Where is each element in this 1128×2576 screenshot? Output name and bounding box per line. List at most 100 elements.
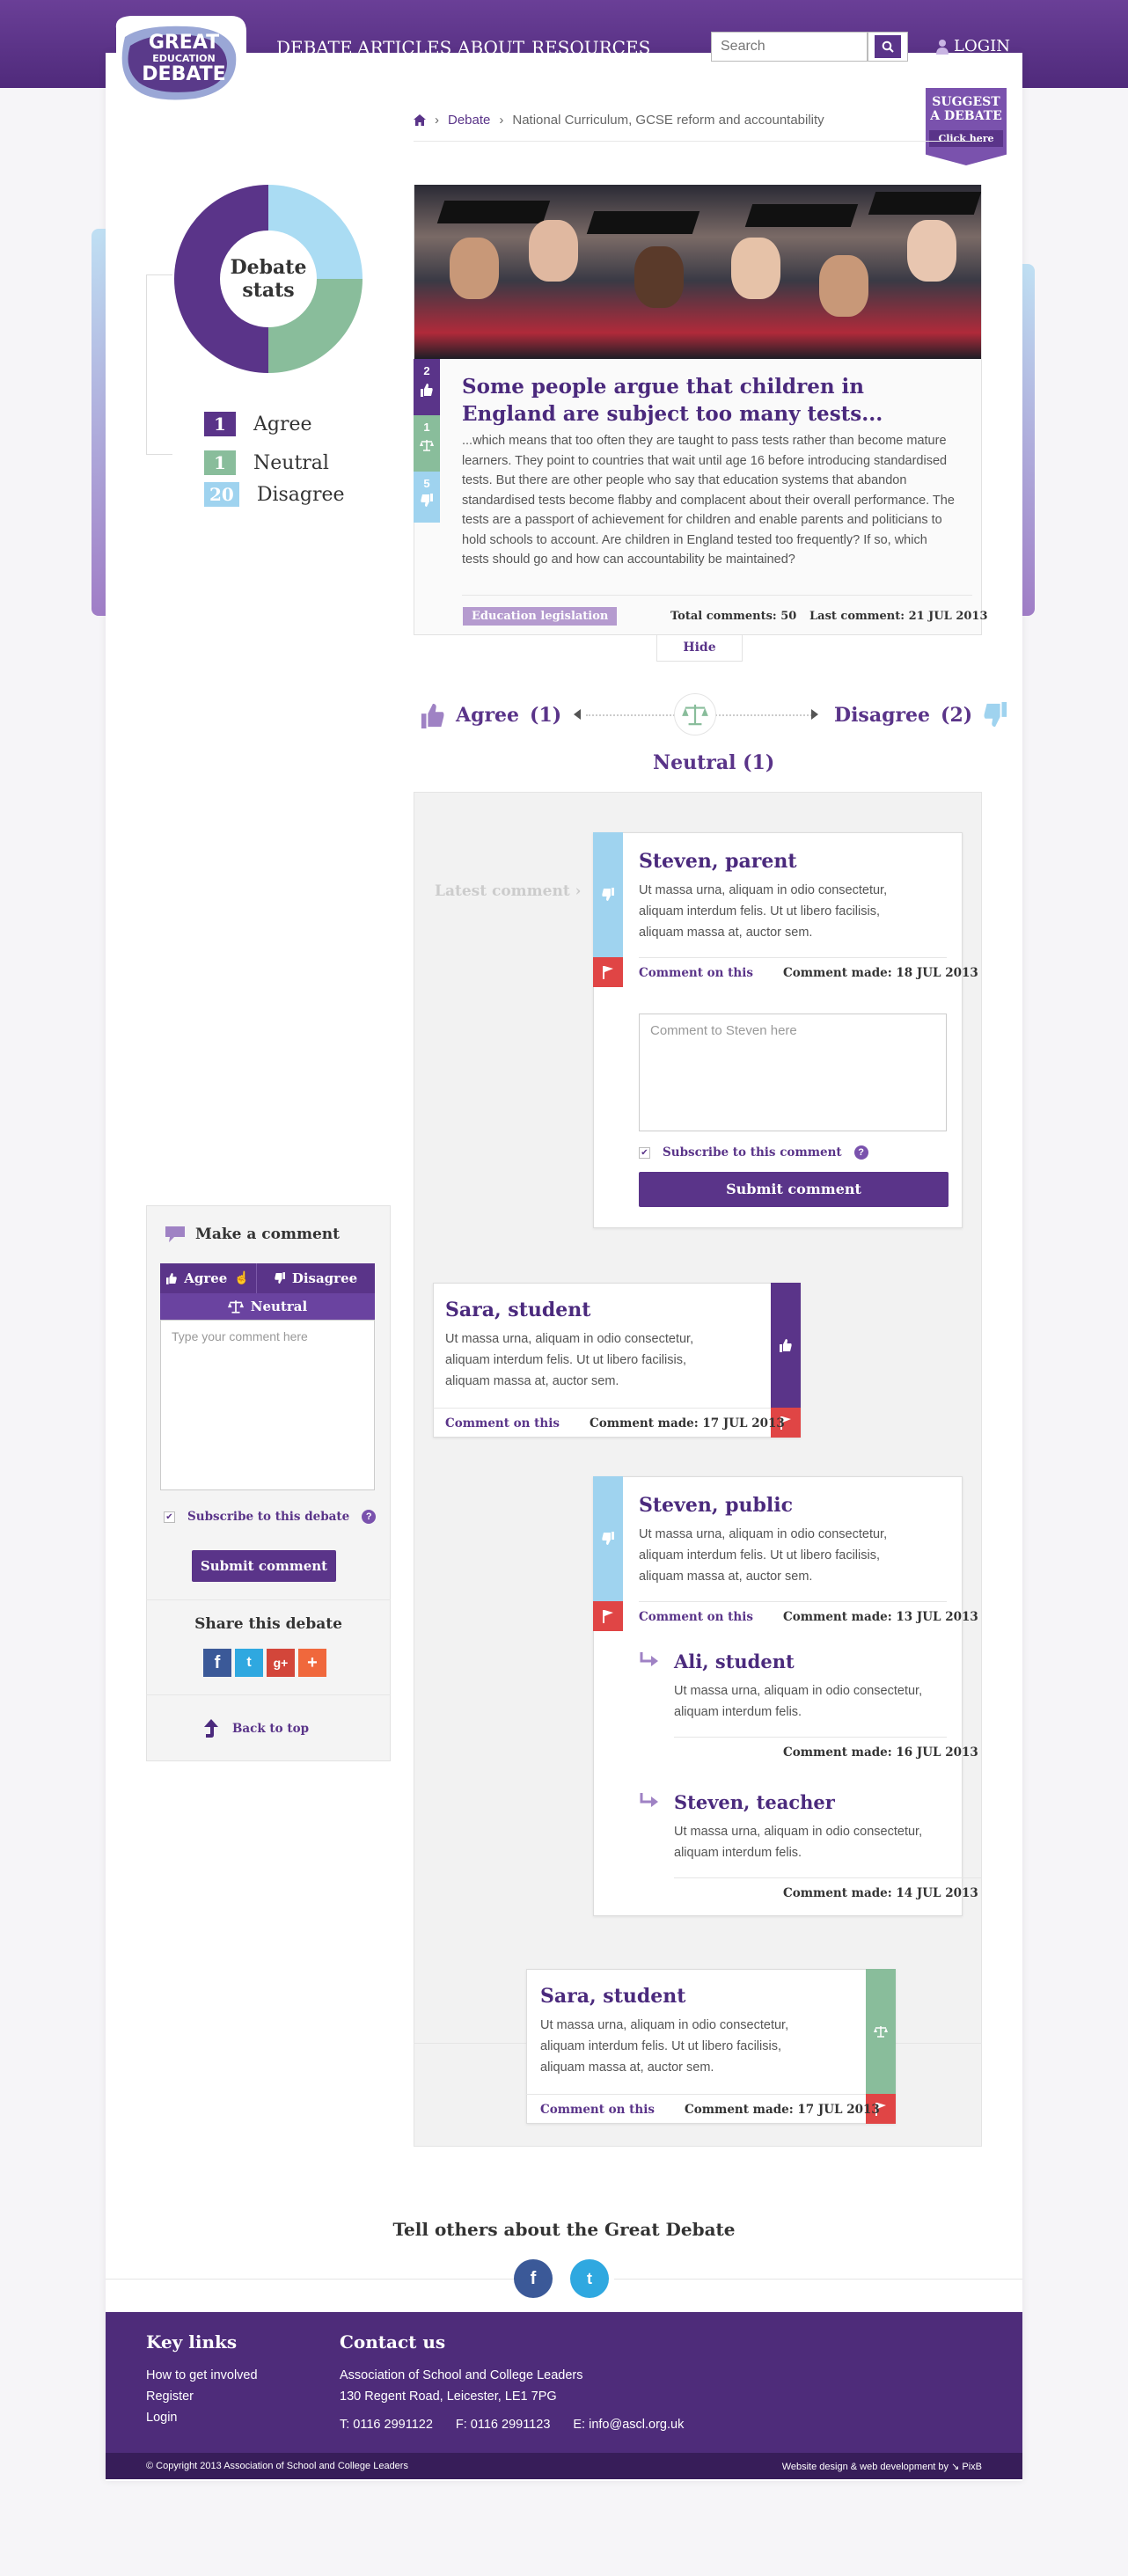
submit-comment-button[interactable]: Submit comment (192, 1550, 336, 1582)
submit-reply-button[interactable]: Submit comment (639, 1172, 949, 1207)
featured-title[interactable]: Some people argue that children in Engla… (462, 373, 937, 428)
comment-text: Ut massa urna, aliquam in odio consectet… (639, 883, 888, 940)
previous-arrow-icon[interactable] (574, 709, 581, 720)
tab-neutral[interactable]: Neutral (160, 1293, 375, 1320)
developer-credit[interactable]: Website design & web development by ↘ Pi… (782, 2461, 982, 2472)
reply-text: Ut massa urna, aliquam in odio consectet… (674, 1684, 923, 1719)
subscribe-debate-checkbox[interactable]: ✔ (164, 1511, 175, 1523)
facebook-icon[interactable]: f (203, 1649, 231, 1677)
comment-on-this-link[interactable]: Comment on this (540, 2103, 655, 2117)
suggest-debate-button[interactable]: SUGGEST A DEBATE Click here (926, 88, 1007, 165)
google-plus-icon[interactable]: g+ (267, 1649, 295, 1677)
featured-agree-votes: 2 (414, 359, 440, 415)
reply-arrow-icon (640, 1652, 658, 1666)
breadcrumb-debate[interactable]: Debate (448, 113, 490, 128)
total-comments: Total comments: 50 (670, 610, 797, 623)
next-arrow-icon[interactable] (811, 709, 818, 720)
left-decoration (92, 229, 106, 616)
help-icon[interactable]: ? (853, 1145, 868, 1160)
subscribe-comment-checkbox[interactable]: ✔ (639, 1146, 650, 1159)
featured-disagree-count: 5 (423, 477, 430, 490)
contact-details: T: 0116 2991122 F: 0116 2991123 E: info@… (340, 2414, 684, 2435)
report-flag-button[interactable] (593, 1601, 623, 1631)
make-comment-title: Make a comment (195, 1226, 340, 1243)
contact-fax: F: 0116 2991123 (455, 2418, 551, 2432)
login-label: LOGIN (954, 37, 1010, 55)
share-title: Share this debate (194, 1615, 342, 1633)
facebook-icon[interactable]: f (514, 2259, 553, 2298)
featured-body: ...which means that too often they are t… (462, 434, 955, 567)
comment-textarea[interactable]: Type your comment here (160, 1320, 375, 1490)
suggest-cta: Click here (929, 130, 1003, 147)
comment-on-this-link[interactable]: Comment on this (445, 1416, 560, 1431)
copyright: © Copyright 2013 Association of School a… (146, 2461, 408, 2471)
comment-date: Comment made: 17 JUL 2013 (685, 2103, 880, 2117)
stance-tabs: Agree ☝ Disagree (160, 1263, 375, 1293)
tab-disagree[interactable]: Disagree (257, 1263, 375, 1293)
reply-textarea[interactable]: Comment to Steven here (639, 1014, 947, 1131)
subscribe-comment-label: Subscribe to this comment (663, 1145, 842, 1160)
suggest-line1: SUGGEST (932, 95, 1000, 109)
report-flag-button[interactable] (593, 957, 623, 987)
stat-neutral-count: 1 (204, 450, 236, 475)
subscribe-comment-row: ✔ Subscribe to this comment ? (639, 1145, 868, 1160)
neutral-stance-bar (866, 1969, 896, 2094)
nav-articles[interactable]: ARTICLES (357, 37, 451, 58)
neutral-filter[interactable]: Neutral (1) (653, 751, 774, 774)
comment-on-this-link[interactable]: Comment on this (639, 966, 753, 980)
key-link[interactable]: How to get involved (146, 2365, 258, 2386)
search-input[interactable] (711, 32, 868, 62)
help-icon[interactable]: ? (362, 1510, 377, 1524)
make-comment-header: Make a comment (164, 1225, 340, 1244)
addthis-icon[interactable]: + (298, 1649, 326, 1677)
back-to-top-label: Back to top (232, 1722, 310, 1736)
tell-others-title: Tell others about the Great Debate (392, 2219, 736, 2240)
comment-on-this-link[interactable]: Comment on this (639, 1610, 753, 1624)
stats-title-line2: stats (242, 279, 295, 302)
debate-stats-title: Debate stats (220, 231, 317, 327)
category-tag[interactable]: Education legislation (463, 607, 618, 626)
thumbs-down-icon (602, 1532, 614, 1545)
tab-disagree-label: Disagree (291, 1270, 358, 1286)
contact-title: Contact us (340, 2331, 446, 2353)
featured-disagree-votes: 5 (414, 472, 440, 523)
key-link[interactable]: Register (146, 2386, 194, 2407)
nav-resources[interactable]: RESOURCES (531, 37, 650, 58)
suggest-line2: A DEBATE (930, 109, 1002, 123)
disagree-stance-bar (593, 1476, 623, 1601)
up-arrow-icon (204, 1719, 218, 1738)
agree-filter[interactable]: Agree (1) (421, 702, 561, 728)
twitter-icon[interactable]: t (570, 2259, 609, 2298)
contact-tel: T: 0116 2991122 (340, 2418, 433, 2432)
nav-about[interactable]: ABOUT (458, 37, 524, 58)
site-logo[interactable]: GREAT EDUCATION DEBATE (99, 11, 253, 143)
home-icon[interactable] (414, 114, 426, 126)
user-icon (936, 39, 949, 55)
stat-disagree-count: 20 (204, 482, 239, 507)
reply-author: Steven, teacher (674, 1791, 835, 1813)
tab-agree[interactable]: Agree ☝ (160, 1263, 257, 1293)
key-links-title: Key links (146, 2331, 238, 2353)
search-icon (875, 35, 901, 58)
back-to-top-link[interactable]: Back to top (202, 1719, 309, 1738)
comment-date: Comment made: 18 JUL 2013 (783, 966, 978, 980)
neutral-scale-button[interactable] (674, 693, 716, 735)
contact-email[interactable]: E: info@ascl.org.uk (573, 2414, 684, 2435)
search-button[interactable] (868, 32, 908, 62)
disagree-filter[interactable]: Disagree (2) (834, 702, 1007, 728)
graduates-photo (414, 185, 981, 359)
subscribe-debate-row: ✔ Subscribe to this debate ? (164, 1510, 377, 1524)
hide-button[interactable]: Hide (656, 635, 743, 662)
key-link[interactable]: Login (146, 2407, 177, 2428)
nav-debate[interactable]: DEBATE (276, 37, 353, 63)
stats-title-line1: Debate (230, 256, 307, 279)
scale-icon (420, 440, 434, 451)
reply-divider (674, 1877, 982, 1878)
thumbs-down-icon (984, 702, 1007, 728)
logo-line1: GREAT (148, 32, 220, 54)
disagree-filter-count: (2) (941, 704, 973, 727)
comment-date: Comment made: 13 JUL 2013 (783, 1610, 978, 1624)
twitter-icon[interactable]: t (235, 1649, 263, 1677)
thumbs-down-icon (421, 494, 433, 507)
login-link[interactable]: LOGIN (936, 37, 1010, 55)
